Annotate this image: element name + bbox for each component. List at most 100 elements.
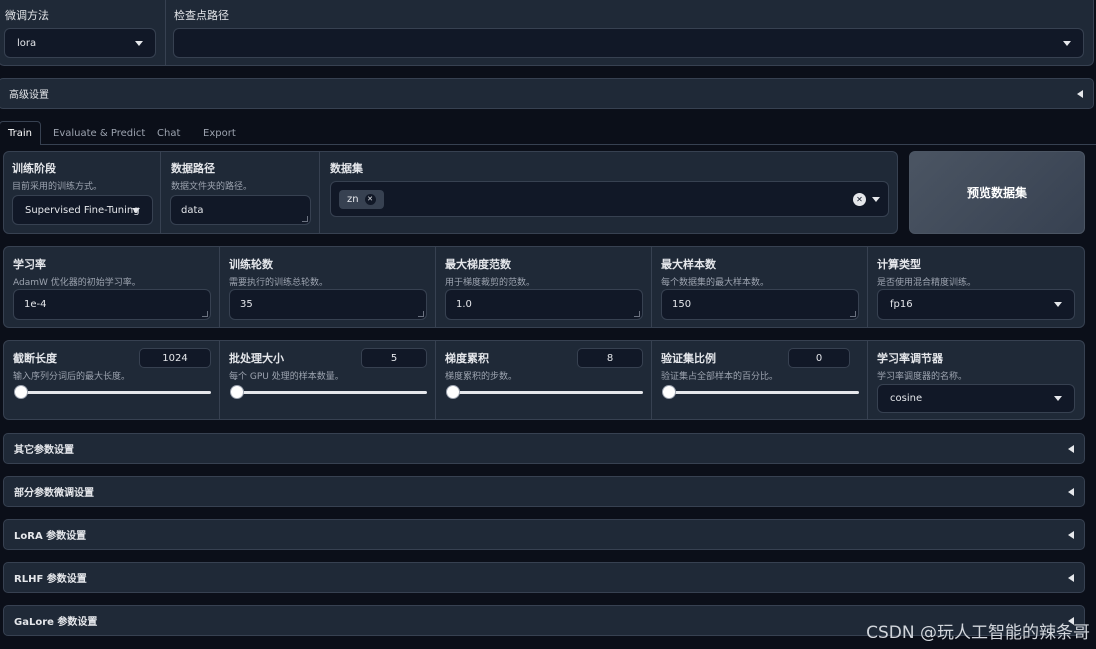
tab-export-label: Export — [203, 127, 236, 139]
cutoff-len-slider[interactable] — [14, 385, 211, 399]
clear-icon[interactable]: ✕ — [853, 192, 866, 206]
tab-bar-line — [40, 144, 1096, 145]
lr-label: 学习率 — [13, 258, 46, 271]
cutoff-len-desc: 输入序列分词后的最大长度。 — [13, 372, 131, 382]
grad-accum-label: 梯度累积 — [445, 352, 489, 365]
val-size-desc: 验证集占全部样本的百分比。 — [661, 372, 779, 382]
dataset-tag[interactable]: zn ✕ — [339, 189, 384, 209]
chevron-down-icon — [872, 196, 880, 202]
dataset-dir-value: data — [181, 204, 204, 216]
dataset-dir-cell: 数据路径 数据文件夹的路径。 data — [161, 152, 320, 233]
compute-type-label: 计算类型 — [877, 258, 921, 271]
dataset-dir-label: 数据路径 — [171, 162, 215, 175]
lr-cell: 学习率 AdamW 优化器的初始学习率。 1e-4 — [4, 247, 220, 327]
advanced-settings-accordion[interactable]: 高级设置 — [0, 78, 1094, 109]
grad-norm-cell: 最大梯度范数 用于梯度裁剪的范数。 1.0 — [436, 247, 652, 327]
max-samples-input[interactable]: 150 — [661, 289, 859, 320]
cutoff-len-cell: 截断长度 输入序列分词后的最大长度。 1024 — [4, 341, 220, 419]
tab-train[interactable]: Train — [0, 121, 41, 145]
grad-accum-desc: 梯度累积的步数。 — [445, 372, 518, 382]
stage-cell: 训练阶段 目前采用的训练方式。 Supervised Fine-Tuning — [4, 152, 161, 233]
finetune-label: 微调方法 — [5, 9, 49, 22]
accordion-label: RLHF 参数设置 — [14, 574, 87, 585]
grad-accum-slider[interactable] — [446, 385, 643, 399]
tab-evaluate-label: Evaluate & Predict — [53, 127, 146, 139]
chevron-down-icon — [1054, 302, 1062, 307]
advanced-settings-label: 高级设置 — [9, 90, 49, 101]
collapse-triangle-icon — [1068, 573, 1074, 582]
preview-dataset-button[interactable]: 预览数据集 — [909, 151, 1085, 234]
collapse-triangle-icon — [1077, 89, 1083, 98]
compute-type-dropdown[interactable]: fp16 — [877, 289, 1075, 320]
val-size-cell: 验证集比例 验证集占全部样本的百分比。 0 — [652, 341, 868, 419]
max-samples-desc: 每个数据集的最大样本数。 — [661, 278, 770, 288]
val-size-label: 验证集比例 — [661, 352, 716, 365]
val-size-number[interactable]: 0 — [788, 348, 850, 368]
accordion-label: 其它参数设置 — [14, 445, 74, 456]
checkpoint-dropdown[interactable] — [173, 28, 1084, 58]
tab-chat[interactable]: Chat — [157, 121, 180, 145]
epochs-label: 训练轮数 — [229, 258, 273, 271]
lr-scheduler-label: 学习率调节器 — [877, 352, 943, 365]
batch-size-number[interactable]: 5 — [361, 348, 427, 368]
collapse-triangle-icon — [1068, 487, 1074, 496]
dataset-multiselect[interactable]: zn ✕ ✕ — [330, 181, 889, 217]
train-params-panel: 学习率 AdamW 优化器的初始学习率。 1e-4 训练轮数 需要执行的训练总轮… — [3, 246, 1085, 328]
tab-evaluate[interactable]: Evaluate & Predict — [53, 121, 145, 145]
compute-type-value: fp16 — [890, 299, 913, 310]
dataset-cell: 数据集 zn ✕ ✕ — [320, 152, 899, 233]
accordion-label: GaLore 参数设置 — [14, 617, 98, 628]
resize-grip-icon — [634, 311, 640, 317]
grad-accum-number[interactable]: 8 — [577, 348, 643, 368]
grad-norm-desc: 用于梯度裁剪的范数。 — [445, 278, 536, 288]
freeze-settings-accordion[interactable]: 部分参数微调设置 — [3, 476, 1085, 507]
lr-scheduler-dropdown[interactable]: cosine — [877, 384, 1075, 413]
stage-dropdown[interactable]: Supervised Fine-Tuning — [12, 195, 153, 225]
compute-type-desc: 是否使用混合精度训练。 — [877, 278, 977, 288]
max-samples-label: 最大样本数 — [661, 258, 716, 271]
stage-value: Supervised Fine-Tuning — [25, 204, 140, 216]
finetune-cell: 微调方法 lora — [0, 0, 166, 65]
resize-grip-icon — [202, 311, 208, 317]
collapse-triangle-icon — [1068, 444, 1074, 453]
finetune-dropdown[interactable]: lora — [4, 28, 156, 58]
slider-thumb[interactable] — [662, 385, 676, 399]
accordion-label: LoRA 参数设置 — [14, 531, 87, 542]
lr-scheduler-value: cosine — [890, 393, 923, 404]
preview-dataset-label: 预览数据集 — [966, 186, 1027, 200]
batch-size-slider[interactable] — [230, 385, 427, 399]
slider-thumb[interactable] — [230, 385, 244, 399]
tab-chat-label: Chat — [157, 127, 181, 139]
slider-thumb[interactable] — [446, 385, 460, 399]
batch-size-label: 批处理大小 — [229, 352, 284, 365]
cutoff-len-label: 截断长度 — [13, 352, 57, 365]
dataset-panel: 训练阶段 目前采用的训练方式。 Supervised Fine-Tuning 数… — [3, 151, 898, 234]
tab-export[interactable]: Export — [203, 121, 236, 145]
checkpoint-label: 检查点路径 — [174, 9, 229, 22]
rlhf-settings-accordion[interactable]: RLHF 参数设置 — [3, 562, 1085, 593]
other-settings-accordion[interactable]: 其它参数设置 — [3, 433, 1085, 464]
dataset-dir-input[interactable]: data — [170, 195, 311, 225]
cutoff-len-number[interactable]: 1024 — [139, 348, 211, 368]
remove-tag-icon[interactable]: ✕ — [364, 193, 376, 205]
epochs-desc: 需要执行的训练总轮数。 — [229, 278, 329, 288]
max-samples-cell: 最大样本数 每个数据集的最大样本数。 150 — [652, 247, 868, 327]
lr-input[interactable]: 1e-4 — [13, 289, 211, 320]
chevron-down-icon — [132, 207, 140, 213]
epochs-input[interactable]: 35 — [229, 289, 427, 320]
chevron-down-icon — [1054, 396, 1062, 401]
grad-norm-value: 1.0 — [456, 299, 472, 310]
resize-grip-icon — [850, 311, 856, 317]
lora-settings-accordion[interactable]: LoRA 参数设置 — [3, 519, 1085, 550]
batch-size-cell: 批处理大小 每个 GPU 处理的样本数量。 5 — [220, 341, 436, 419]
dataset-tag-label: zn — [347, 193, 359, 205]
stage-desc: 目前采用的训练方式。 — [12, 182, 103, 192]
batch-size-desc: 每个 GPU 处理的样本数量。 — [229, 372, 344, 382]
chevron-down-icon — [1063, 40, 1071, 46]
slider-thumb[interactable] — [14, 385, 28, 399]
grad-norm-input[interactable]: 1.0 — [445, 289, 643, 320]
compute-type-cell: 计算类型 是否使用混合精度训练。 fp16 — [868, 247, 1086, 327]
finetune-value: lora — [17, 37, 37, 49]
dataset-dir-desc: 数据文件夹的路径。 — [171, 182, 253, 192]
val-size-slider[interactable] — [662, 385, 859, 399]
